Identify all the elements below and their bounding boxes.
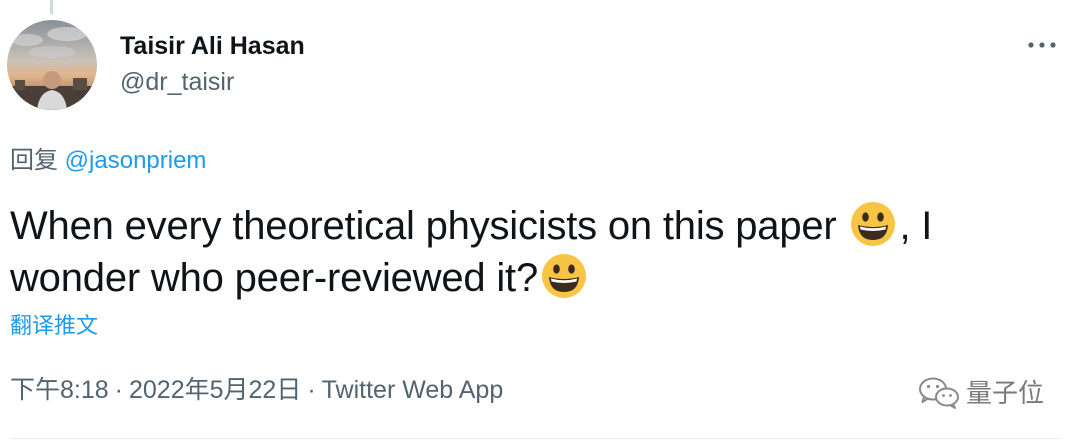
more-horizontal-icon [1028,42,1056,48]
tweet-text-part1: When every theoretical physicists on thi… [10,204,848,248]
tweet-metadata: 下午8:18 · 2022年5月22日 · Twitter Web App [10,374,503,406]
reply-mention-link[interactable]: @jasonpriem [65,147,207,174]
tweet-source[interactable]: Twitter Web App [322,376,504,404]
grinning-face-emoji-icon [849,200,897,248]
watermark-text: 量子位 [966,378,1045,408]
meta-separator: · [114,376,123,404]
author-handle[interactable]: @dr_taisir [120,66,234,98]
tweet-time[interactable]: 下午8:18 [10,376,109,404]
author-display-name[interactable]: Taisir Ali Hasan [120,30,305,62]
wechat-logo-icon [919,377,959,409]
avatar-photo [7,20,97,110]
meta-separator: · [307,376,316,404]
reply-prefix: 回复 [10,147,58,174]
avatar[interactable] [7,20,97,110]
translate-tweet-link[interactable]: 翻译推文 [10,312,98,340]
thread-connector-line [50,0,53,14]
watermark: 量子位 [918,376,1044,410]
more-options-button[interactable] [1018,28,1066,62]
bottom-divider [10,438,1060,439]
replying-to-line: 回复 @jasonpriem [10,146,206,176]
tweet-date[interactable]: 2022年5月22日 [129,376,301,404]
grinning-face-emoji-icon [540,252,588,300]
tweet-text: When every theoretical physicists on thi… [10,200,1065,304]
